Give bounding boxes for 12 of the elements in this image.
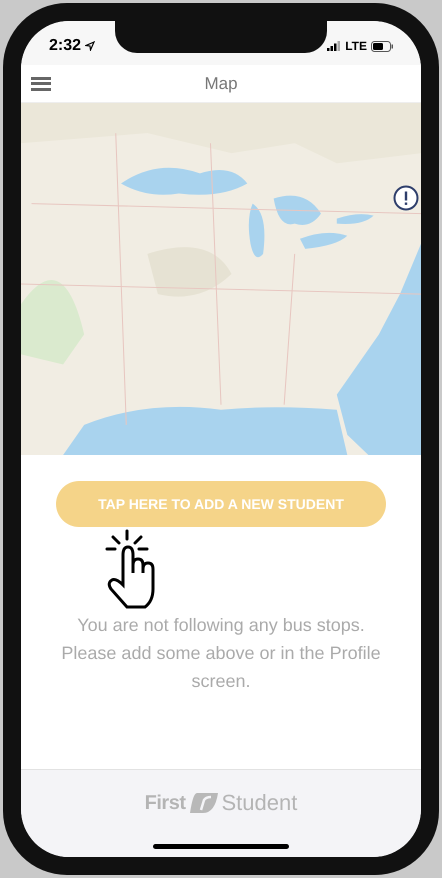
empty-message: You are not following any bus stops. Please add some above or in the Profile screen. <box>60 614 382 693</box>
battery-icon <box>371 40 393 52</box>
location-arrow-icon <box>85 41 96 51</box>
add-student-button[interactable]: TAP HERE TO ADD A NEW STUDENT <box>56 481 386 527</box>
network-label: LTE <box>345 38 367 55</box>
brand-first: First <box>144 790 186 816</box>
signal-icon <box>327 41 342 51</box>
status-time: 2:32 <box>49 36 82 56</box>
brand-second: Student <box>222 789 298 817</box>
menu-button[interactable] <box>31 76 51 92</box>
header-title: Map <box>204 72 238 95</box>
logo-icon <box>188 792 218 814</box>
